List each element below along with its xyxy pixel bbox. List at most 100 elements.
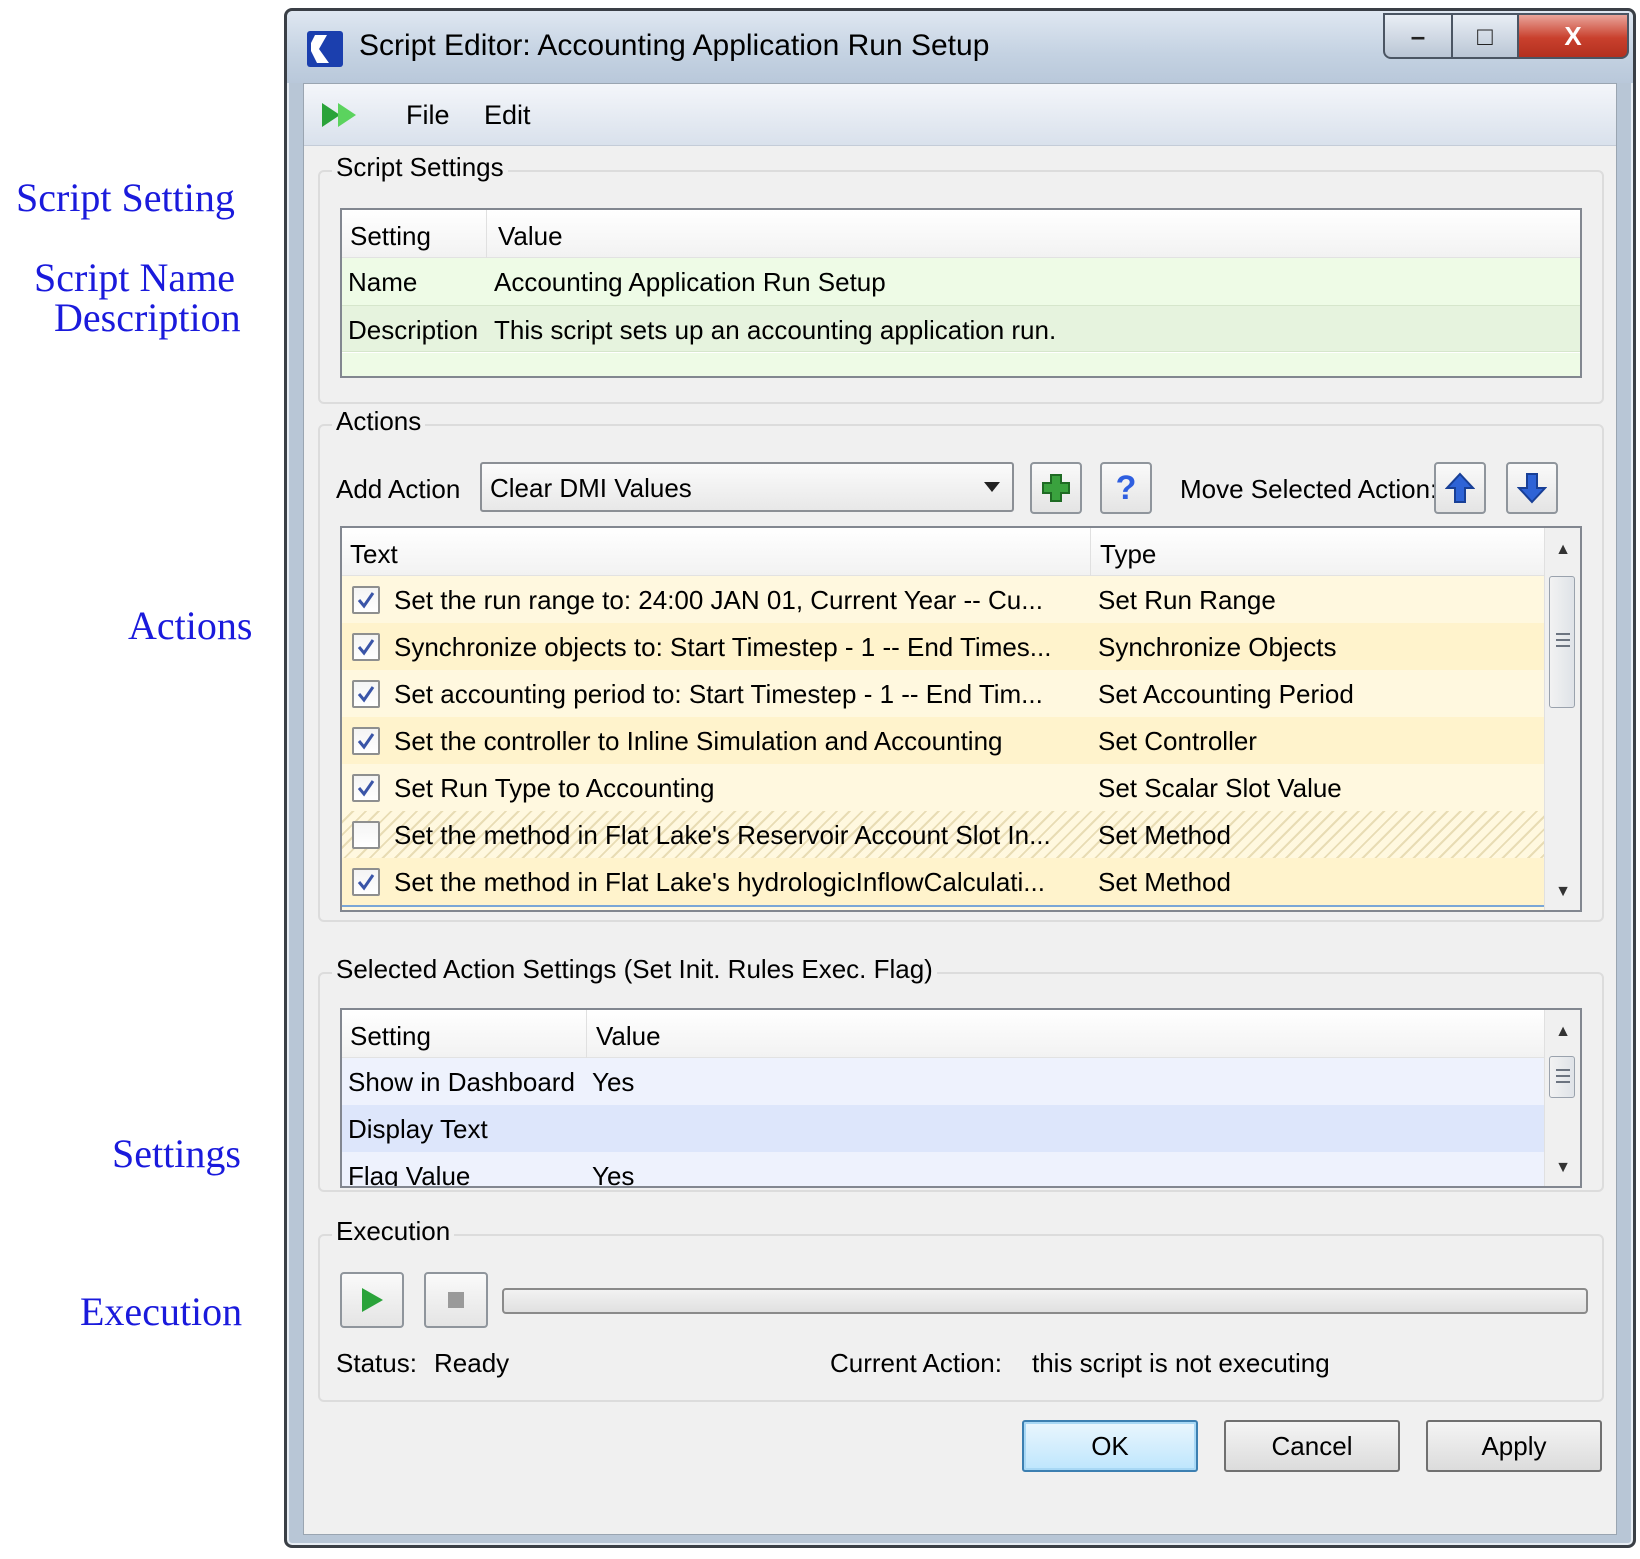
table-row[interactable]: Flag Value Yes [342, 1152, 1544, 1188]
setting-flag-value: Flag Value [348, 1161, 471, 1188]
arrow-down-icon [1517, 473, 1547, 504]
script-settings-title: Script Settings [332, 152, 508, 183]
run-script-icon[interactable] [320, 100, 364, 130]
move-up-button[interactable] [1434, 462, 1486, 514]
action-type: Set Accounting Period [1098, 679, 1354, 709]
annotation-script-setting: Script Setting [16, 175, 235, 220]
table-row[interactable]: Set Run Type to Accounting Set Scalar Sl… [342, 764, 1544, 811]
apply-button[interactable]: Apply [1426, 1420, 1602, 1472]
action-text: Set Run Type to Accounting [394, 773, 715, 803]
column-header-value[interactable]: Value [498, 221, 563, 252]
menu-edit[interactable]: Edit [484, 100, 531, 131]
checkmark-icon [357, 780, 375, 797]
table-row-partial[interactable] [342, 905, 1544, 910]
scroll-thumb[interactable] [1549, 1056, 1575, 1098]
annotation-description: Description [54, 295, 241, 340]
scroll-thumb[interactable] [1549, 576, 1575, 708]
close-icon: X [1564, 20, 1582, 51]
column-header-setting[interactable]: Setting [350, 1021, 431, 1052]
table-row-selected[interactable]: Display Text [342, 1105, 1544, 1152]
title-bar[interactable]: Script Editor: Accounting Application Ru… [287, 11, 1633, 83]
setting-name-value: Accounting Application Run Setup [494, 267, 886, 297]
table-row[interactable]: Set the controller to Inline Simulation … [342, 717, 1544, 764]
stop-icon [448, 1292, 464, 1308]
table-row[interactable]: Set the method in Flat Lake's hydrologic… [342, 858, 1544, 905]
cancel-button[interactable]: Cancel [1224, 1420, 1400, 1472]
setting-show-in-dashboard-value: Yes [592, 1067, 635, 1097]
scroll-up-icon[interactable]: ▲ [1553, 1022, 1573, 1042]
setting-display-text: Display Text [348, 1114, 488, 1144]
script-settings-header: Setting Value [342, 210, 1580, 258]
maximize-button[interactable]: □ [1453, 13, 1519, 59]
checkmark-icon [357, 592, 375, 609]
action-text: Set the method in Flat Lake's hydrologic… [394, 867, 1045, 897]
table-row[interactable]: Show in Dashboard Yes [342, 1058, 1544, 1105]
add-action-dropdown[interactable]: Clear DMI Values [480, 462, 1014, 512]
setting-flag-value-value: Yes [592, 1161, 635, 1188]
action-enabled-checkbox[interactable] [352, 868, 380, 896]
setting-description-value: This script sets up an accounting applic… [494, 315, 1057, 345]
status-value: Ready [434, 1348, 510, 1378]
action-enabled-checkbox[interactable] [352, 633, 380, 661]
add-action-button[interactable] [1030, 462, 1082, 514]
action-type: Set Method [1098, 820, 1231, 850]
actions-scrollbar[interactable]: ▲ ▼ [1544, 528, 1580, 910]
column-header-text[interactable]: Text [350, 539, 398, 570]
annotation-execution: Execution [80, 1289, 243, 1334]
app-logo-icon [307, 31, 343, 67]
actions-table: Text Type Set the run range to: 24:00 JA… [340, 526, 1582, 912]
action-type: Set Scalar Slot Value [1098, 773, 1342, 803]
table-row[interactable]: Synchronize objects to: Start Timestep -… [342, 623, 1544, 670]
add-action-selected: Clear DMI Values [490, 473, 692, 503]
play-icon [362, 1288, 383, 1312]
menu-bar: File Edit [304, 84, 1616, 146]
column-header-type[interactable]: Type [1100, 539, 1156, 570]
stop-button[interactable] [424, 1272, 488, 1328]
action-type: Set Run Range [1098, 585, 1276, 615]
action-enabled-checkbox[interactable] [352, 680, 380, 708]
action-enabled-checkbox[interactable] [352, 774, 380, 802]
action-enabled-checkbox[interactable] [352, 586, 380, 614]
current-action-value: this script is not executing [1032, 1348, 1330, 1378]
actions-table-header: Text Type [342, 528, 1544, 576]
arrow-up-icon [1445, 472, 1475, 503]
minimize-button[interactable]: – [1383, 13, 1453, 59]
checkmark-icon [357, 639, 375, 656]
window-title: Script Editor: Accounting Application Ru… [359, 29, 990, 62]
table-row[interactable]: Name Accounting Application Run Setup [342, 258, 1580, 305]
selected-action-table: Setting Value Show in Dashboard Yes Disp… [340, 1008, 1582, 1188]
action-enabled-checkbox[interactable] [352, 727, 380, 755]
annotation-actions: Actions [128, 603, 253, 648]
action-type: Set Controller [1098, 726, 1257, 756]
ok-button[interactable]: OK [1022, 1420, 1198, 1472]
selected-action-scrollbar[interactable]: ▲ ▼ [1544, 1010, 1580, 1186]
dialog-client-area: File Edit Script Settings Setting Value … [303, 83, 1617, 1535]
add-action-label: Add Action [336, 474, 461, 504]
current-action-label: Current Action: [830, 1348, 1002, 1378]
scroll-down-icon[interactable]: ▼ [1553, 882, 1573, 902]
setting-name-cell: Name [348, 267, 418, 297]
move-selected-action-label: Move Selected Action: [1180, 474, 1438, 504]
actions-title: Actions [332, 406, 426, 437]
move-down-button[interactable] [1506, 462, 1558, 514]
table-row[interactable]: Set accounting period to: Start Timestep… [342, 670, 1544, 717]
action-type: Synchronize Objects [1098, 632, 1337, 662]
action-text: Set the method in Flat Lake's Reservoir … [394, 820, 1051, 850]
annotation-script-name: Script Name [34, 255, 236, 300]
menu-file[interactable]: File [406, 100, 450, 131]
table-row[interactable]: Description This script sets up an accou… [342, 305, 1580, 352]
close-button[interactable]: X [1519, 13, 1629, 59]
action-enabled-checkbox[interactable] [352, 821, 380, 849]
maximize-icon: □ [1477, 20, 1493, 51]
scroll-up-icon[interactable]: ▲ [1553, 540, 1573, 560]
selected-action-settings-title: Selected Action Settings (Set Init. Rule… [332, 954, 937, 985]
play-button[interactable] [340, 1272, 404, 1328]
column-header-value[interactable]: Value [596, 1021, 661, 1052]
execution-progress-bar [502, 1288, 1588, 1314]
table-row-disabled[interactable]: Set the method in Flat Lake's Reservoir … [342, 811, 1544, 858]
action-help-button[interactable]: ? [1100, 462, 1152, 514]
table-row[interactable]: Set the run range to: 24:00 JAN 01, Curr… [342, 576, 1544, 623]
script-settings-table: Setting Value Name Accounting Applicatio… [340, 208, 1582, 378]
scroll-down-icon[interactable]: ▼ [1553, 1158, 1573, 1178]
column-header-setting[interactable]: Setting [350, 221, 431, 252]
